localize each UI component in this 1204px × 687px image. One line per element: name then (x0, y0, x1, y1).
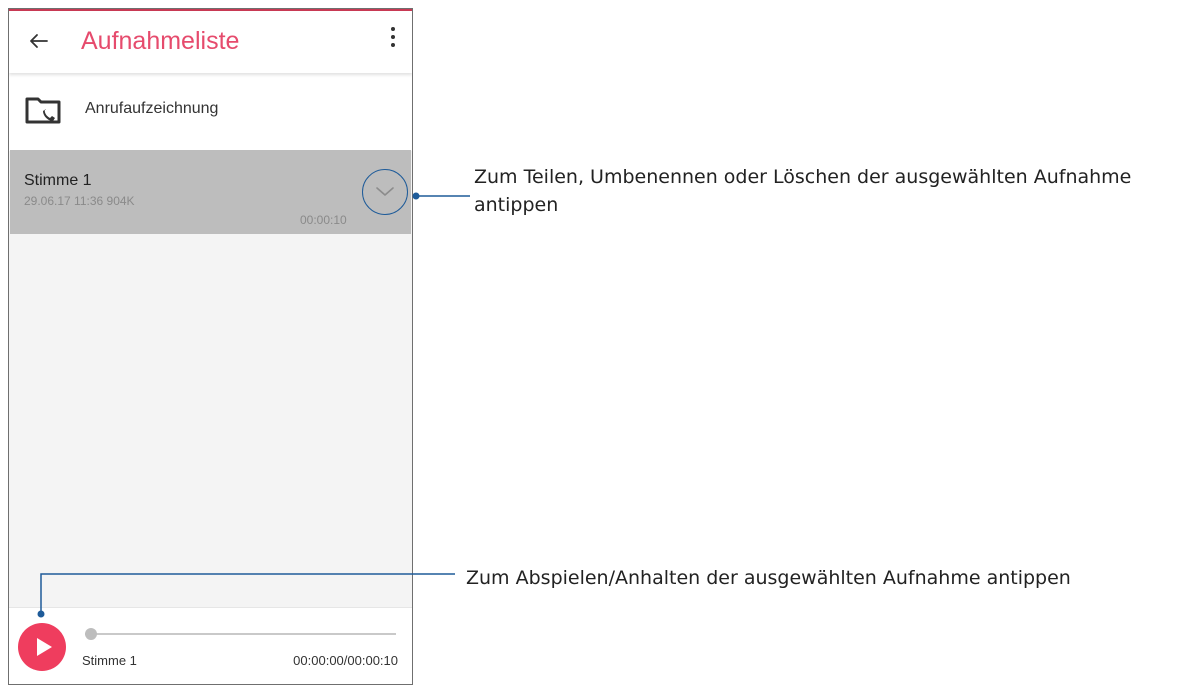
callout-play-text: Zum Abspielen/Anhalten der ausgewählten … (466, 567, 1071, 589)
recording-list-item[interactable]: Stimme 1 29.06.17 11:36 904K 00:00:10 (10, 150, 411, 234)
phone-screen: Aufnahmeliste Anrufaufzeichnung Stimme 1… (8, 8, 413, 685)
player-bar: Stimme 1 00:00:00/00:00:10 (9, 607, 412, 684)
callout-dot-expand (412, 192, 420, 200)
progress-knob[interactable] (85, 628, 97, 640)
folder-label: Anrufaufzeichnung (85, 100, 219, 117)
recording-meta: 29.06.17 11:36 904K (24, 194, 135, 208)
recording-name: Stimme 1 (24, 172, 92, 189)
more-vertical-icon[interactable] (388, 27, 398, 55)
recording-duration: 00:00:10 (300, 213, 347, 227)
play-pause-button[interactable] (18, 623, 66, 671)
expand-options-button[interactable] (362, 169, 408, 215)
player-time: 00:00:00/00:00:10 (293, 653, 398, 668)
back-arrow-icon[interactable] (27, 30, 49, 52)
chevron-down-icon (376, 187, 394, 196)
call-recording-folder-item[interactable]: Anrufaufzeichnung (9, 73, 412, 151)
progress-slider[interactable] (85, 628, 396, 640)
callout-expand-text: Zum Teilen, Umbenennen oder Löschen der … (474, 166, 1132, 216)
play-icon (37, 638, 52, 656)
player-track-name: Stimme 1 (82, 653, 137, 668)
call-recording-folder-icon (25, 95, 63, 129)
app-bar: Aufnahmeliste (9, 11, 412, 73)
page-title: Aufnahmeliste (81, 27, 240, 55)
